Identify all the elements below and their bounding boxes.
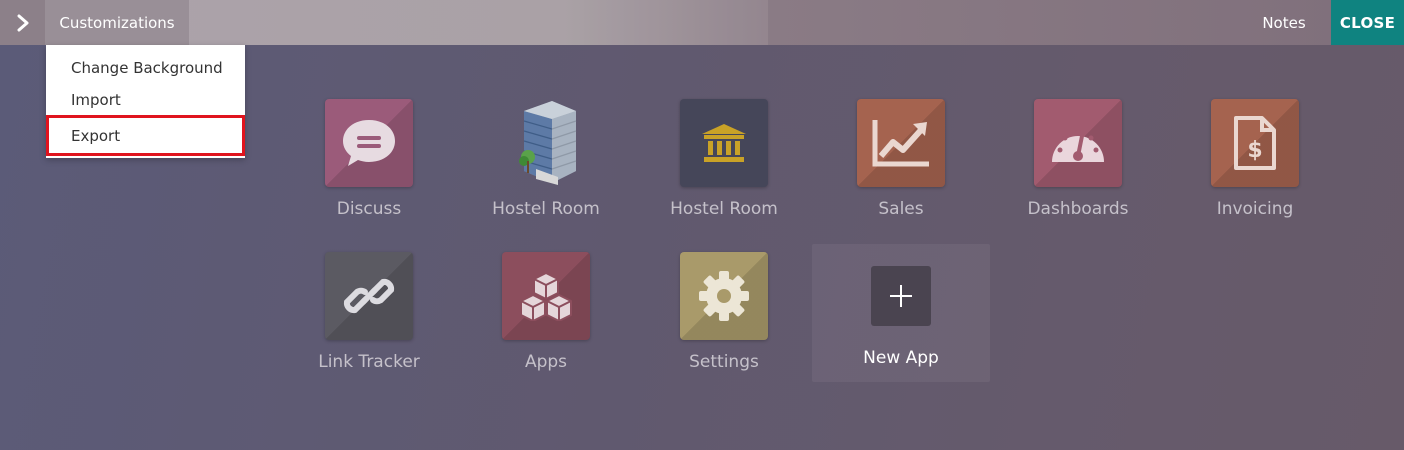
- app-icon-tile: [680, 99, 768, 187]
- app-icon-tile: [325, 252, 413, 340]
- building-icon: [519, 101, 577, 185]
- invoice-dollar-icon: $: [1234, 116, 1276, 170]
- app-icon-tile: [857, 99, 945, 187]
- app-sales[interactable]: Sales: [831, 99, 971, 239]
- chevron-right-icon: [17, 14, 28, 31]
- chart-line-icon: [872, 120, 929, 167]
- export-item[interactable]: Export: [46, 115, 245, 156]
- app-label: Dashboards: [1027, 199, 1129, 219]
- customizations-menu[interactable]: Customizations: [45, 0, 189, 45]
- app-label: Hostel Room: [670, 199, 778, 219]
- app-link-tracker[interactable]: Link Tracker: [299, 252, 439, 392]
- gauge-icon: [1052, 129, 1104, 162]
- svg-text:$: $: [1247, 138, 1262, 163]
- app-icon-tile: [502, 99, 590, 187]
- link-icon: [343, 278, 395, 314]
- toggle-menu-button[interactable]: [0, 0, 45, 45]
- app-hostel-room-building[interactable]: Hostel Room: [476, 99, 616, 239]
- top-bar-middle: [189, 0, 768, 45]
- app-icon-tile: [325, 99, 413, 187]
- app-icon-tile: $: [1211, 99, 1299, 187]
- app-discuss[interactable]: Discuss: [299, 99, 439, 239]
- app-hostel-room-bank[interactable]: Hostel Room: [654, 99, 794, 239]
- app-label: Hostel Room: [492, 199, 600, 219]
- app-settings[interactable]: Settings: [654, 252, 794, 392]
- bank-icon: [702, 124, 746, 162]
- app-label: Invoicing: [1216, 199, 1294, 219]
- app-icon-tile: [1034, 99, 1122, 187]
- app-apps[interactable]: Apps: [476, 252, 616, 392]
- app-label: Settings: [689, 352, 759, 372]
- chat-bubble-icon: [343, 120, 395, 166]
- app-dashboards[interactable]: Dashboards: [1008, 99, 1148, 239]
- new-app-button[interactable]: New App: [812, 244, 990, 382]
- app-label: Apps: [524, 352, 568, 372]
- top-bar: Customizations Notes CLOSE: [0, 0, 1404, 45]
- app-icon-tile: [680, 252, 768, 340]
- notes-button[interactable]: Notes: [1248, 0, 1320, 45]
- customizations-dropdown: Change Background Import Export: [46, 45, 245, 158]
- close-button[interactable]: CLOSE: [1331, 0, 1404, 45]
- app-label: Sales: [878, 199, 924, 219]
- new-app-label: New App: [863, 348, 939, 368]
- app-invoicing[interactable]: $ Invoicing: [1185, 99, 1325, 239]
- cubes-icon: [520, 272, 572, 321]
- new-app-icon-tile: [871, 266, 931, 326]
- change-background-item[interactable]: Change Background: [46, 52, 245, 84]
- plus-icon: [890, 285, 912, 307]
- gear-icon: [699, 271, 749, 321]
- app-icon-tile: [502, 252, 590, 340]
- app-label: Link Tracker: [318, 352, 420, 372]
- app-label: Discuss: [336, 199, 402, 219]
- import-item[interactable]: Import: [46, 84, 245, 116]
